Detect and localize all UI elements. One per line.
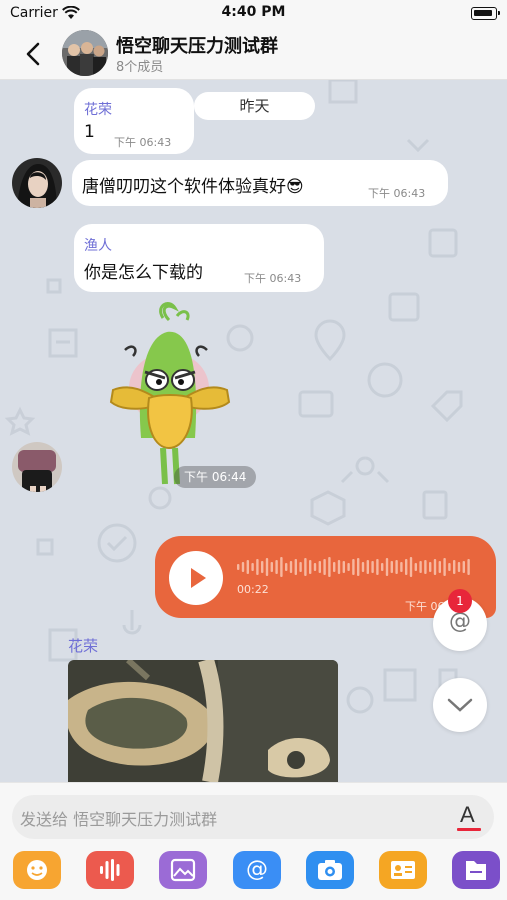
group-avatar[interactable]: [62, 30, 108, 76]
battery-icon: [471, 7, 500, 20]
sender-name: 花荣: [68, 637, 99, 655]
avatar[interactable]: [12, 442, 62, 492]
duck-sticker[interactable]: [103, 298, 233, 488]
message-input[interactable]: 发送给 悟空聊天压力测试群 A: [12, 795, 494, 839]
avatar[interactable]: [12, 158, 62, 208]
voice-icon: [100, 859, 120, 881]
contact-card-button[interactable]: [379, 851, 427, 889]
waveform-icon: [237, 557, 470, 577]
font-icon: A: [460, 802, 475, 827]
unread-badge: 1: [448, 589, 472, 613]
voice-button[interactable]: [86, 851, 134, 889]
chevron-down-icon: [447, 698, 473, 712]
play-button[interactable]: [169, 551, 223, 605]
sender-name: 渔人: [84, 238, 112, 254]
emoji-button[interactable]: [13, 851, 61, 889]
message-text: 唐僧叨叨这个软件体验真好😎: [82, 177, 304, 197]
sticker-time: 下午 06:44: [174, 466, 257, 488]
chat-area[interactable]: 花荣 1 下午 06:43 昨天 唐僧叨叨这个软件体验真好😎 下午 06:43 …: [0, 80, 507, 782]
message-text: 1: [84, 122, 95, 142]
chat-header: 悟空聊天压力测试群 8个成员: [0, 28, 507, 80]
mention-button[interactable]: @: [233, 851, 281, 889]
date-divider: 昨天: [194, 92, 315, 120]
voice-duration: 00:22: [237, 583, 269, 596]
camera-icon: [318, 860, 342, 880]
text-format-button[interactable]: A: [456, 802, 482, 832]
photo-message[interactable]: [68, 660, 338, 782]
file-button[interactable]: [452, 851, 500, 889]
message-bubble[interactable]: 花荣 1 下午 06:43: [74, 88, 194, 154]
message-text: 你是怎么下载的: [84, 263, 203, 283]
back-arrow-icon[interactable]: [22, 41, 46, 67]
scroll-down-button[interactable]: [433, 678, 487, 732]
message-bubble[interactable]: 渔人 你是怎么下载的 下午 06:43: [74, 224, 324, 292]
image-button[interactable]: [159, 851, 207, 889]
message-time: 下午 06:43: [114, 136, 172, 149]
status-bar: Carrier 4:40 PM: [0, 0, 507, 28]
input-bar: 发送给 悟空聊天压力测试群 A @: [0, 782, 507, 900]
group-title: 悟空聊天压力测试群: [116, 36, 278, 57]
sender-name: 花荣: [84, 102, 112, 118]
file-icon: [466, 861, 486, 880]
message-bubble[interactable]: 唐僧叨叨这个软件体验真好😎 下午 06:43: [72, 160, 448, 206]
member-count: 8个成员: [116, 60, 164, 75]
emoji-icon: [27, 860, 47, 880]
mention-icon: @: [246, 857, 268, 882]
camera-button[interactable]: [306, 851, 354, 889]
input-placeholder: 发送给 悟空聊天压力测试群: [20, 810, 218, 829]
message-time: 下午 06:43: [368, 187, 426, 200]
font-underline: [457, 828, 481, 831]
image-icon: [170, 858, 196, 882]
status-time: 4:40 PM: [221, 4, 286, 20]
card-icon: [391, 861, 415, 879]
toolbar: @: [0, 851, 507, 893]
message-time: 下午 06:43: [244, 272, 302, 285]
